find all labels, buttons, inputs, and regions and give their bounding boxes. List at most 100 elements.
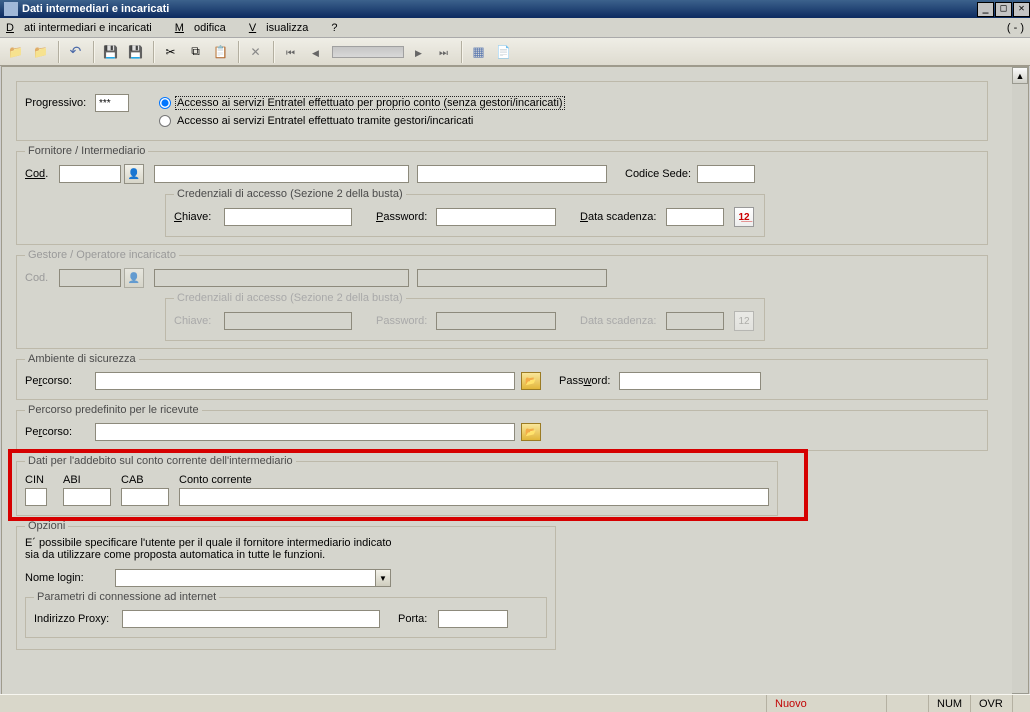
radio-senza-gestori-label: Accesso ai servizi Entratel effettuato p… [175,96,565,110]
group-ricevute: Percorso predefinito per le ricevute Per… [16,404,988,451]
folder-icon-4: 📂 [525,427,536,438]
codice-sede-input[interactable] [697,165,755,183]
progressivo-input[interactable] [95,94,129,112]
ricevute-percorso-label: Percorso: [25,426,95,438]
menu-dati[interactable]: Dati intermediari e incaricati [6,22,162,34]
ambiente-browse-button[interactable]: 📂 [521,372,541,390]
menu-modifica[interactable]: Modifica [175,22,236,34]
statusbar: Nuovo NUM OVR [0,694,1030,712]
tool-save[interactable] [99,41,122,63]
radio-senza-gestori[interactable] [159,97,171,109]
close-button[interactable]: ✕ [1013,2,1030,17]
save-icon [103,45,118,59]
cab-input[interactable] [121,488,169,506]
fornitore-data-input[interactable] [666,208,724,226]
minimize-button[interactable]: _ [977,2,994,17]
group-fornitore-cred: Credenziali di accesso (Sezione 2 della … [165,188,765,237]
gestore-password-label: Password: [376,315,436,327]
ricevute-legend: Percorso predefinito per le ricevute [25,404,202,416]
gestore-desc2 [417,269,607,287]
tool-cut[interactable] [159,41,182,63]
client-area: Progressivo: Accesso ai servizi Entratel… [1,66,1029,711]
menu-help[interactable]: ? [331,22,337,34]
calendar-icon: 1̲2̲ [738,212,749,223]
fornitore-password-input[interactable] [436,208,556,226]
fornitore-calendar-button[interactable]: 1̲2̲ [734,207,754,227]
group-gestore: Gestore / Operatore incaricato Cod. Cred… [16,249,988,349]
tool-undo[interactable] [64,41,87,63]
tool-delete[interactable] [244,41,267,63]
group-gestore-legend: Gestore / Operatore incaricato [25,249,179,261]
ambiente-password-label: Password: [559,375,619,387]
status-empty [886,695,928,712]
porta-input[interactable] [438,610,508,628]
maximize-button[interactable]: □ [995,2,1012,17]
dropdown-arrow-icon[interactable]: ▼ [375,569,391,587]
cin-input[interactable] [25,488,47,506]
opzioni-desc-2: sia da utilizzare come proposta automati… [25,549,547,561]
tool-open-1[interactable] [4,41,27,63]
fornitore-lookup-button[interactable] [124,164,144,184]
undo-icon [70,43,82,60]
scroll-up-button[interactable]: ▲ [1012,67,1028,84]
radio-tramite-gestori[interactable] [159,115,171,127]
fornitore-desc2-input[interactable] [417,165,607,183]
window-title: Dati intermediari e incaricati [22,3,169,15]
fornitore-data-label: Data scadenza: [580,211,666,223]
tool-open-2[interactable] [29,41,52,63]
menubar: Dati intermediari e incaricati Modifica … [0,18,1030,38]
group-proxy: Parametri di connessione ad internet Ind… [25,591,547,638]
abi-input[interactable] [63,488,111,506]
next-icon [415,45,422,59]
radio-tramite-gestori-label: Accesso ai servizi Entratel effettuato t… [175,114,475,128]
cab-label: CAB [121,474,144,486]
status-ovr: OVR [970,695,1012,712]
menu-right-text: ( - ) [1007,22,1024,34]
group-ambiente: Ambiente di sicurezza Percorso: 📂 Passwo… [16,353,988,400]
menu-visualizza[interactable]: Visualizza [249,22,319,34]
opzioni-desc-1: E´ possibile specificare l'utente per il… [25,537,547,549]
folder-icon [8,45,23,59]
ambiente-legend: Ambiente di sicurezza [25,353,139,365]
group-fornitore: Fornitore / Intermediario Cod. Codice Se… [16,145,988,245]
addebito-legend: Dati per l'addebito sul conto corrente d… [25,455,296,467]
ambiente-password-input[interactable] [619,372,761,390]
tool-save-2[interactable] [124,41,147,63]
gestore-chiave-label: Chiave: [174,315,224,327]
opzioni-legend: Opzioni [25,520,68,532]
fornitore-chiave-label: Chiave: [174,211,224,223]
sheet-icon [496,45,511,59]
gestore-cod-input [59,269,121,287]
tool-sheet[interactable] [492,41,515,63]
tool-paste[interactable] [209,41,232,63]
group-opzioni: Opzioni E´ possibile specificare l'utent… [16,520,556,650]
fornitore-desc1-input[interactable] [154,165,409,183]
paste-icon [213,45,228,59]
titlebar: Dati intermediari e incaricati _ □ ✕ [0,0,1030,18]
gestore-data-label: Data scadenza: [580,315,666,327]
gestore-desc1 [154,269,409,287]
ambiente-percorso-input[interactable] [95,372,515,390]
tool-next[interactable] [407,41,430,63]
ricevute-browse-button[interactable]: 📂 [521,423,541,441]
folder-icon-2 [33,45,48,59]
fornitore-chiave-input[interactable] [224,208,352,226]
cc-label: Conto corrente [179,474,252,486]
vertical-scrollbar[interactable]: ▲ ▼ [1012,67,1028,710]
nome-login-input[interactable] [115,569,375,587]
last-icon [439,45,448,59]
tool-last[interactable] [432,41,455,63]
scroll-thumb[interactable] [1012,84,1028,693]
proxy-input[interactable] [122,610,380,628]
cc-input[interactable] [179,488,769,506]
tool-prev[interactable] [304,41,327,63]
ricevute-percorso-input[interactable] [95,423,515,441]
status-grip [1012,695,1030,712]
fornitore-cod-input[interactable] [59,165,121,183]
status-nuovo: Nuovo [766,695,886,712]
tool-first[interactable] [279,41,302,63]
nome-login-combo[interactable]: ▼ [115,569,391,587]
tool-copy[interactable] [184,41,207,63]
tool-table[interactable] [467,41,490,63]
abi-label: ABI [63,474,81,486]
